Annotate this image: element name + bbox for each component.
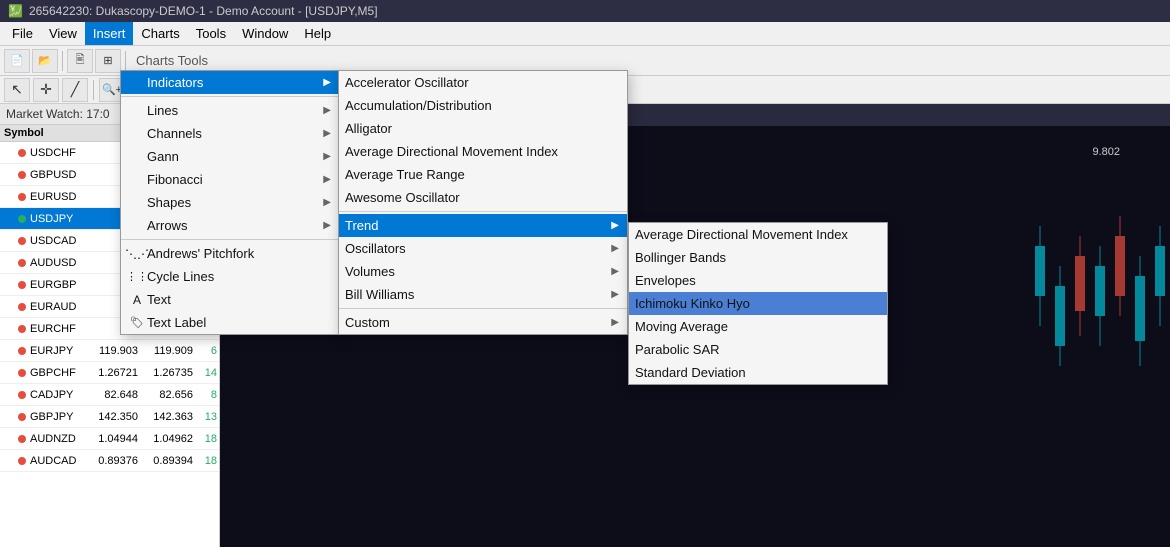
cycle-icon: ⋮⋮ xyxy=(127,270,147,283)
alligator-label: Alligator xyxy=(345,121,392,136)
custom-label: Custom xyxy=(345,315,390,330)
indicator-accumulation[interactable]: Accumulation/Distribution xyxy=(339,94,627,117)
menu-shapes[interactable]: Shapes ▶ xyxy=(121,191,339,214)
bill-williams-arrow: ▶ xyxy=(611,289,619,300)
trend-ichimoku[interactable]: Ichimoku Kinko Hyo xyxy=(629,292,887,315)
trend-ma-label: Moving Average xyxy=(635,319,728,334)
trend-stddev-label: Standard Deviation xyxy=(635,365,746,380)
oscillators-arrow: ▶ xyxy=(611,243,619,254)
indicator-atr[interactable]: Average True Range xyxy=(339,163,627,186)
accelerator-label: Accelerator Oscillator xyxy=(345,75,469,90)
trend-envelopes-label: Envelopes xyxy=(635,273,696,288)
indicator-oscillators[interactable]: Oscillators ▶ xyxy=(339,237,627,260)
volumes-label: Volumes xyxy=(345,264,395,279)
text-label-item-label: Text Label xyxy=(147,315,206,330)
text-label-icon: 🏷 xyxy=(127,316,147,329)
volumes-arrow: ▶ xyxy=(611,266,619,277)
trend-parabolic[interactable]: Parabolic SAR xyxy=(629,338,887,361)
awesome-label: Awesome Oscillator xyxy=(345,190,460,205)
gann-arrow: ▶ xyxy=(323,151,331,162)
sep-ind1 xyxy=(339,211,627,212)
menu-lines[interactable]: Lines ▶ xyxy=(121,99,339,122)
trend-admi-label: Average Directional Movement Index xyxy=(635,227,848,242)
channels-arrow: ▶ xyxy=(323,128,331,139)
sep-ind2 xyxy=(339,308,627,309)
custom-arrow: ▶ xyxy=(611,317,619,328)
arrows-label: Arrows xyxy=(147,218,187,233)
menu-text[interactable]: A Text xyxy=(121,288,339,311)
insert-dropdown: Indicators ▶ Lines ▶ Channels ▶ Gann ▶ F… xyxy=(120,70,340,335)
menu-text-label[interactable]: 🏷 Text Label xyxy=(121,311,339,334)
menu-indicators[interactable]: Indicators ▶ xyxy=(121,71,339,94)
trend-envelopes[interactable]: Envelopes xyxy=(629,269,887,292)
menu-channels[interactable]: Channels ▶ xyxy=(121,122,339,145)
indicator-volumes[interactable]: Volumes ▶ xyxy=(339,260,627,283)
trend-bollinger-label: Bollinger Bands xyxy=(635,250,726,265)
gann-label: Gann xyxy=(147,149,179,164)
text-icon: A xyxy=(127,293,147,307)
arrows-arrow: ▶ xyxy=(323,220,331,231)
oscillators-label: Oscillators xyxy=(345,241,406,256)
indicators-submenu: Accelerator Oscillator Accumulation/Dist… xyxy=(338,70,628,335)
indicator-bill-williams[interactable]: Bill Williams ▶ xyxy=(339,283,627,306)
shapes-label: Shapes xyxy=(147,195,191,210)
indicators-arrow: ▶ xyxy=(323,77,331,88)
pitchfork-label: Andrews' Pitchfork xyxy=(147,246,254,261)
shapes-arrow: ▶ xyxy=(323,197,331,208)
indicator-alligator[interactable]: Alligator xyxy=(339,117,627,140)
menu-gann[interactable]: Gann ▶ xyxy=(121,145,339,168)
lines-label: Lines xyxy=(147,103,178,118)
trend-ma[interactable]: Moving Average xyxy=(629,315,887,338)
accumulation-label: Accumulation/Distribution xyxy=(345,98,492,113)
indicators-label: Indicators xyxy=(147,75,203,90)
pitchfork-icon: ⋱⋰ xyxy=(127,247,147,261)
sep-after-indicators xyxy=(121,96,339,97)
indicator-trend[interactable]: Trend ▶ xyxy=(339,214,627,237)
trend-stddev[interactable]: Standard Deviation xyxy=(629,361,887,384)
menu-fibonacci[interactable]: Fibonacci ▶ xyxy=(121,168,339,191)
trend-parabolic-label: Parabolic SAR xyxy=(635,342,720,357)
dropdown-overlay: Indicators ▶ Lines ▶ Channels ▶ Gann ▶ F… xyxy=(0,0,1170,547)
channels-label: Channels xyxy=(147,126,202,141)
trend-ichimoku-label: Ichimoku Kinko Hyo xyxy=(635,296,750,311)
indicator-admi[interactable]: Average Directional Movement Index xyxy=(339,140,627,163)
fibonacci-label: Fibonacci xyxy=(147,172,203,187)
indicator-accelerator[interactable]: Accelerator Oscillator xyxy=(339,71,627,94)
lines-arrow: ▶ xyxy=(323,105,331,116)
admi-label: Average Directional Movement Index xyxy=(345,144,558,159)
trend-bollinger[interactable]: Bollinger Bands xyxy=(629,246,887,269)
trend-arrow: ▶ xyxy=(611,220,619,231)
trend-submenu: Average Directional Movement Index Bolli… xyxy=(628,222,888,385)
bill-williams-label: Bill Williams xyxy=(345,287,414,302)
menu-andrews-pitchfork[interactable]: ⋱⋰ Andrews' Pitchfork xyxy=(121,242,339,265)
trend-admi[interactable]: Average Directional Movement Index xyxy=(629,223,887,246)
menu-cycle-lines[interactable]: ⋮⋮ Cycle Lines xyxy=(121,265,339,288)
cycle-label: Cycle Lines xyxy=(147,269,214,284)
indicator-awesome[interactable]: Awesome Oscillator xyxy=(339,186,627,209)
trend-label: Trend xyxy=(345,218,378,233)
atr-label: Average True Range xyxy=(345,167,465,182)
fibonacci-arrow: ▶ xyxy=(323,174,331,185)
sep-before-pitchfork xyxy=(121,239,339,240)
text-label: Text xyxy=(147,292,171,307)
indicator-custom[interactable]: Custom ▶ xyxy=(339,311,627,334)
menu-arrows[interactable]: Arrows ▶ xyxy=(121,214,339,237)
